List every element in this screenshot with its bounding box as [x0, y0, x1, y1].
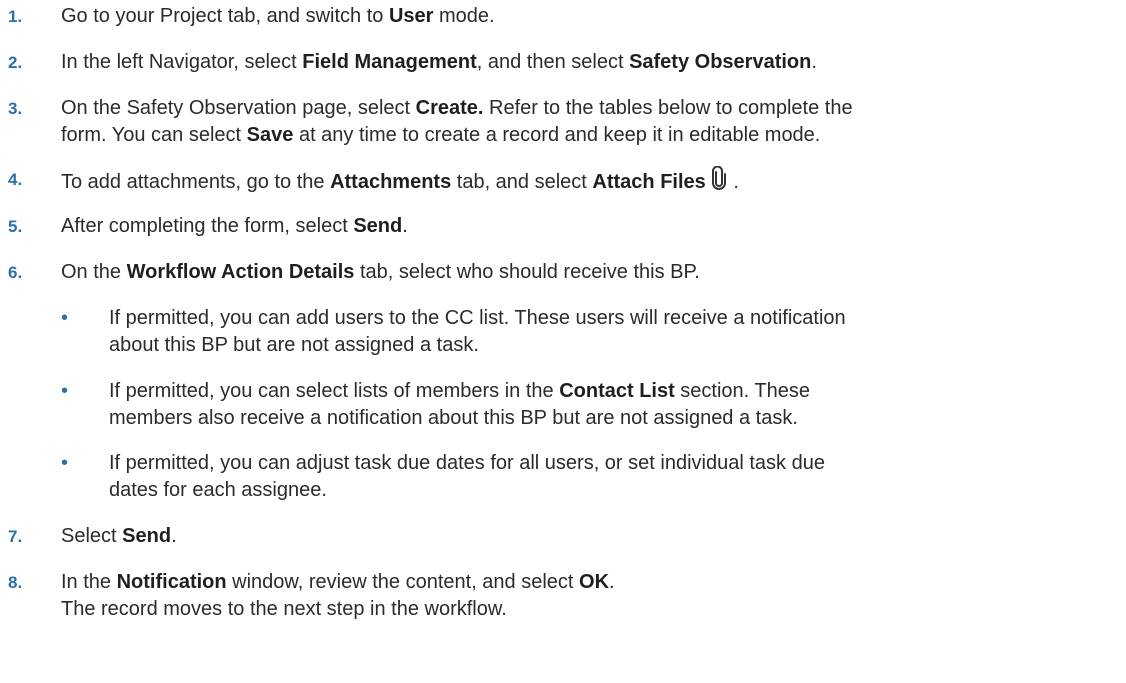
- ui-term: Contact List: [559, 380, 675, 402]
- step-number: 3.: [8, 99, 23, 118]
- ui-term: User: [388, 5, 434, 27]
- paperclip-icon: [710, 165, 728, 190]
- step-number: 1.: [8, 7, 23, 26]
- ui-term: Safety Observation: [629, 51, 812, 73]
- ui-term: Save: [246, 124, 294, 146]
- ui-term: Attachments: [330, 171, 452, 193]
- bullet-dot: •: [61, 380, 69, 402]
- ui-term: Attach Files: [592, 171, 706, 193]
- step-text: To add attachments, go to the Attachment…: [61, 165, 1111, 196]
- step-text: In the Notification window, review the c…: [61, 571, 615, 620]
- step-text: Select Send.: [61, 525, 177, 547]
- ui-term: Send: [122, 525, 172, 547]
- step-number: 5.: [8, 217, 23, 236]
- step-text: After completing the form, select Send.: [61, 215, 408, 237]
- step-text: Go to your Project tab, and switch to Us…: [61, 5, 495, 27]
- step-text: On the Safety Observation page, select C…: [61, 97, 853, 146]
- step-text: In the left Navigator, select Field Mana…: [61, 51, 817, 73]
- bullet-dot: •: [61, 452, 69, 474]
- step-number: 4.: [8, 170, 23, 189]
- ui-term: Workflow Action Details: [126, 261, 355, 283]
- step-number: 8.: [8, 573, 23, 592]
- ui-term: OK: [579, 571, 610, 593]
- ui-term: Notification: [116, 571, 227, 593]
- bullet-text: If permitted, you can adjust task due da…: [109, 452, 825, 501]
- bullet-dot: •: [61, 307, 69, 329]
- bullet-text: If permitted, you can add users to the C…: [109, 307, 846, 356]
- bullet-text: If permitted, you can select lists of me…: [109, 380, 811, 429]
- step-number: 7.: [8, 527, 23, 546]
- step-text: On the Workflow Action Details tab, sele…: [61, 261, 700, 283]
- ui-term: Create.: [415, 97, 484, 119]
- step-number: 2.: [8, 53, 23, 72]
- step-number: 6.: [8, 263, 23, 282]
- ui-term: Field Management: [302, 51, 477, 73]
- ui-term: Send: [353, 215, 403, 237]
